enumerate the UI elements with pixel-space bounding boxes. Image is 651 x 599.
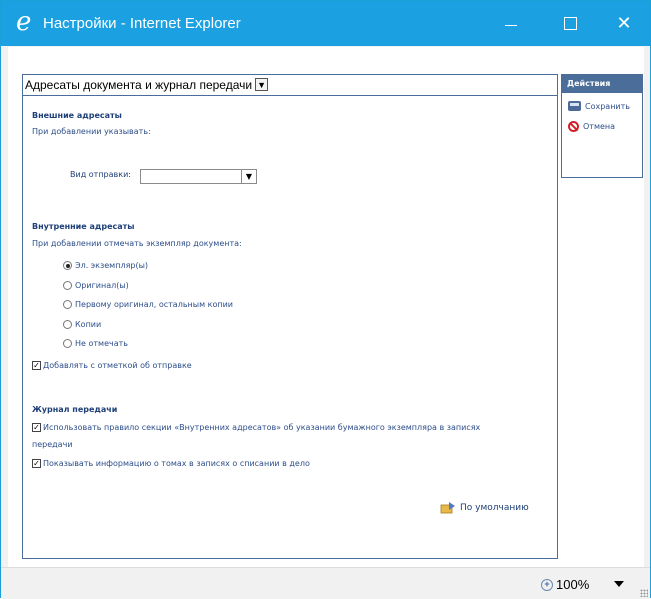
radio-label-do-not-mark: Не отмечать	[75, 339, 128, 348]
minimize-button[interactable]	[488, 1, 534, 46]
use-rule-label: Использовать правило секции «Внутренних …	[43, 423, 481, 432]
internal-hint: При добавлении отмечать экземпляр докуме…	[32, 239, 242, 248]
maximize-button[interactable]	[547, 1, 593, 46]
internet-explorer-icon: e	[16, 7, 32, 37]
zoom-level: 100%	[556, 577, 590, 592]
panel-header: Адресаты документа и журнал передачи ▼	[23, 75, 557, 96]
save-label: Сохранить	[585, 101, 630, 111]
section-select-value: Адресаты документа и журнал передачи	[25, 77, 253, 92]
window-title: Настройки - Internet Explorer	[43, 15, 241, 32]
resize-grip-icon[interactable]	[640, 589, 648, 597]
status-bar: + 100%	[1, 567, 650, 599]
external-recipients-heading: Внешние адресаты	[32, 111, 122, 120]
actions-panel: Действия Сохранить Отмена	[561, 74, 643, 178]
section-select[interactable]: Адресаты документа и журнал передачи ▼	[25, 77, 269, 92]
radio-first-original[interactable]	[63, 300, 72, 309]
send-type-select[interactable]: ▼	[140, 169, 257, 184]
zoom-icon: +	[541, 578, 553, 591]
add-with-mark-label: Добавлять с отметкой об отправке	[43, 361, 192, 370]
radio-label-original: Оригинал(ы)	[75, 281, 129, 290]
close-icon: ✕	[616, 13, 632, 34]
zoom-control[interactable]: + 100%	[541, 577, 589, 592]
add-with-mark-checkbox[interactable]: ✓	[32, 361, 41, 370]
cancel-label: Отмена	[583, 122, 616, 131]
radio-copies[interactable]	[63, 320, 72, 329]
save-button[interactable]: Сохранить	[568, 101, 630, 111]
page-content: Адресаты документа и журнал передачи ▼ В…	[8, 47, 644, 567]
cancel-icon	[568, 121, 579, 132]
save-icon	[568, 101, 581, 111]
radio-electronic-copy[interactable]	[63, 261, 72, 270]
cancel-button[interactable]: Отмена	[568, 121, 615, 132]
chevron-down-icon[interactable]: ▼	[241, 170, 256, 183]
radio-label-first-original: Первому оригинал, остальным копии	[75, 300, 234, 309]
use-rule-checkbox[interactable]: ✓	[32, 423, 41, 432]
radio-label-copies: Копии	[75, 320, 102, 329]
use-rule-label-cont: передачи	[32, 440, 73, 449]
radio-label-electronic-copy: Эл. экземпляр(ы)	[75, 261, 149, 270]
internal-recipients-heading: Внутренние адресаты	[32, 222, 135, 231]
default-link[interactable]: По умолчанию	[460, 503, 529, 513]
radio-original[interactable]	[63, 281, 72, 290]
settings-panel: Адресаты документа и журнал передачи ▼ В…	[22, 74, 558, 559]
ie-window: e Настройки - Internet Explorer ✕ Адреса…	[0, 0, 651, 599]
actions-heading: Действия	[562, 75, 642, 93]
show-volumes-label: Показывать информацию о томах в записях …	[43, 459, 310, 468]
radio-do-not-mark[interactable]	[63, 339, 72, 348]
minimize-icon	[505, 25, 517, 26]
chevron-down-icon[interactable]	[614, 581, 624, 587]
chevron-down-icon[interactable]: ▼	[255, 78, 269, 91]
journal-heading: Журнал передачи	[32, 405, 118, 414]
maximize-icon	[563, 17, 577, 30]
send-type-label: Вид отправки:	[70, 170, 131, 179]
reset-default-icon	[440, 502, 455, 514]
show-volumes-checkbox[interactable]: ✓	[32, 459, 41, 468]
title-bar: e Настройки - Internet Explorer ✕	[1, 1, 650, 46]
external-hint: При добавлении указывать:	[32, 127, 151, 136]
close-button[interactable]: ✕	[601, 1, 647, 46]
